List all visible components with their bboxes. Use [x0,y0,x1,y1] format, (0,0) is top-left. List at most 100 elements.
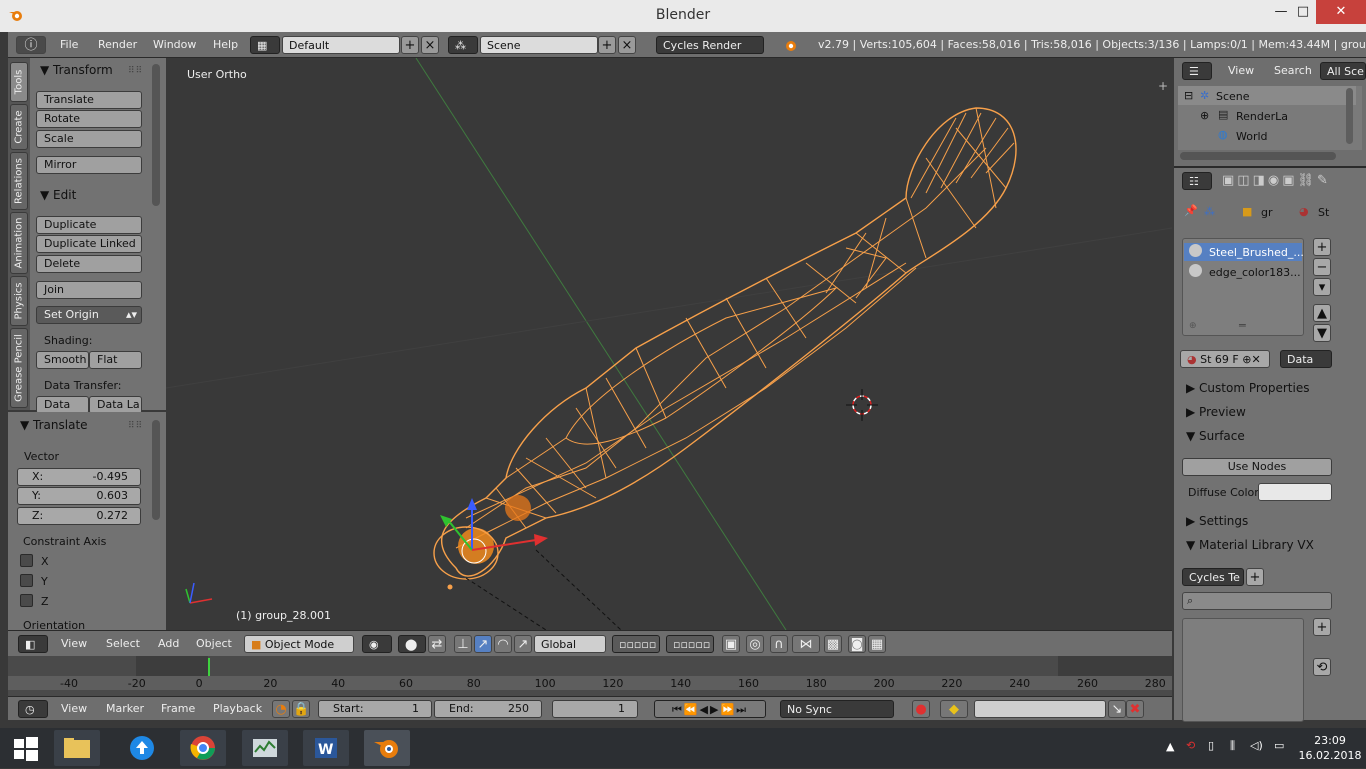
3d-viewport[interactable]: User Ortho + (1) group_28.001 [166,58,1172,630]
outliner-editor-icon[interactable]: ☰ [1182,62,1212,80]
vector-x-field[interactable]: X: -0.495 [17,468,141,486]
start-button[interactable] [2,730,48,766]
outliner-hscrollbar[interactable] [1180,152,1336,160]
library-item-add-button[interactable]: + [1313,618,1331,636]
power-icon[interactable]: ▯ [1208,739,1214,752]
layout-icon[interactable]: ▦ [250,36,280,54]
material-datablock[interactable]: ◕ St 69 F ⊕✕ [1180,350,1270,368]
keyboard-icon[interactable]: ▭ [1274,739,1284,752]
tab-grease-pencil[interactable]: Grease Pencil [10,328,28,408]
vector-y-field[interactable]: Y: 0.603 [17,487,141,505]
outliner-item-world[interactable]: World [1236,130,1268,143]
material-slot-list[interactable]: Steel_Brushed_... edge_color183... ⊕ ═ [1182,238,1304,336]
layout-add-button[interactable]: + [401,36,419,54]
outliner-item-scene[interactable]: Scene [1216,90,1250,103]
scale-button[interactable]: Scale [36,130,142,148]
timeline-editor-icon[interactable]: ◷ [18,700,48,718]
opengl-render-icon[interactable]: ▩ [824,635,842,653]
tray-expand-icon[interactable]: ▲ [1166,740,1174,753]
outliner-filter-select[interactable]: All Sce [1320,62,1366,80]
library-refresh-button[interactable]: ⟲ [1313,658,1331,676]
layers-grid-a[interactable]: ▫▫▫▫▫ [612,635,660,653]
menu-window[interactable]: Window [153,38,196,51]
manipulator-toggle-icon[interactable]: ⊥ [454,635,472,653]
mode-select[interactable]: ■ Object Mode [244,635,354,653]
outliner-search-menu[interactable]: Search [1274,64,1312,77]
translate-button[interactable]: Translate [36,91,142,109]
material-library-panel[interactable]: ▼ Material Library VX [1186,538,1314,552]
file-explorer-icon[interactable] [54,730,100,766]
snap-element-select[interactable]: ⋈ [792,635,820,653]
library-select[interactable]: Cycles Te [1182,568,1244,586]
viewport-canvas[interactable]: + [166,58,1172,630]
move-slot-down-button[interactable]: ▼ [1313,324,1331,342]
move-slot-up-button[interactable]: ▲ [1313,304,1331,322]
scene-remove-button[interactable]: × [618,36,636,54]
properties-context-tabs[interactable]: ▣◫◨◉▣⛓✎ [1222,173,1331,188]
lock-layers-icon[interactable]: ▣ [722,635,740,653]
operator-scrollbar[interactable] [152,420,160,520]
preview-panel[interactable]: ▶ Preview [1186,405,1246,419]
set-origin-select[interactable]: Set Origin ▴▾ [36,306,142,324]
layout-remove-button[interactable]: × [421,36,439,54]
duplicate-linked-button[interactable]: Duplicate Linked [36,235,142,253]
scale-manipulator-icon[interactable]: ↗ [514,635,532,653]
current-frame-field[interactable]: 1 [552,700,638,718]
timeline[interactable]: -40 -20 0 20 40 60 80 100 120 140 160 180 200 220 240 2… [8,656,1172,696]
smooth-button[interactable]: Smooth [36,351,89,369]
translate-manipulator-icon[interactable]: ↗ [474,635,492,653]
menu-help[interactable]: Help [213,38,238,51]
insert-keyframe-icon[interactable]: ↘ [1108,700,1126,718]
material-slot-item[interactable]: Steel_Brushed_... [1209,246,1304,259]
blender-taskbar-icon[interactable] [364,730,410,766]
use-nodes-button[interactable]: Use Nodes [1182,458,1332,476]
delete-button[interactable]: Delete [36,255,142,273]
scene-field[interactable]: Scene [480,36,598,54]
close-button[interactable]: ✕ [1316,0,1366,24]
word-icon[interactable]: W [303,730,349,766]
scene-add-button[interactable]: + [598,36,616,54]
snap-toggle-icon[interactable]: ∩ [770,635,788,653]
remove-slot-button[interactable]: − [1313,258,1331,276]
join-button[interactable]: Join [36,281,142,299]
library-add-button[interactable]: + [1246,568,1264,586]
editor-type-icon[interactable]: ◧ [18,635,48,653]
tab-create[interactable]: Create [10,104,28,150]
camera-icon[interactable]: ◙ [848,635,866,653]
preview-range-icon[interactable]: ◔ [272,700,290,718]
transform-toggle[interactable]: ⇄ [428,635,446,653]
task-manager-icon[interactable] [242,730,288,766]
start-frame-field[interactable]: Start: 1 [318,700,432,718]
tab-physics[interactable]: Physics [10,276,28,326]
keying-select[interactable]: ◆ [940,700,968,718]
maximize-button[interactable]: □ [1288,0,1318,24]
shading-select[interactable]: ◉ [362,635,392,653]
menu-marker[interactable]: Marker [106,702,144,715]
info-editor-icon[interactable]: ⓘ [16,36,46,54]
outliner-scrollbar[interactable] [1346,88,1353,144]
pivot-select[interactable]: ⬤ [398,635,426,653]
tray-app-icon[interactable]: ⟲ [1186,739,1195,752]
edit-header[interactable]: ▼ Edit [40,188,76,202]
record-button[interactable]: ● [912,700,930,718]
clock[interactable]: 23:09 16.02.2018 [1296,733,1364,763]
operator-header[interactable]: ▼ Translate [20,418,88,432]
transform-header[interactable]: ▼ Transform [40,63,113,77]
current-frame-indicator[interactable] [208,658,210,676]
rotate-button[interactable]: Rotate [36,110,142,128]
menu-view[interactable]: View [61,637,87,650]
outliner-expand-icon[interactable]: ⊕ [1200,109,1209,122]
tool-panel-scrollbar[interactable] [152,64,160,206]
render-engine-select[interactable]: Cycles Render [656,36,764,54]
vector-z-field[interactable]: Z: 0.272 [17,507,141,525]
constraint-x-checkbox[interactable] [20,554,33,567]
menu-playback[interactable]: Playback [213,702,262,715]
tab-animation[interactable]: Animation [10,212,28,274]
tab-tools[interactable]: Tools [10,62,28,102]
flat-button[interactable]: Flat [89,351,142,369]
tab-relations[interactable]: Relations [10,152,28,210]
properties-editor-icon[interactable]: ☷ [1182,172,1212,190]
diffuse-color-swatch[interactable] [1258,483,1332,501]
link-select[interactable]: Data [1280,350,1332,368]
outliner-view-menu[interactable]: View [1228,64,1254,77]
